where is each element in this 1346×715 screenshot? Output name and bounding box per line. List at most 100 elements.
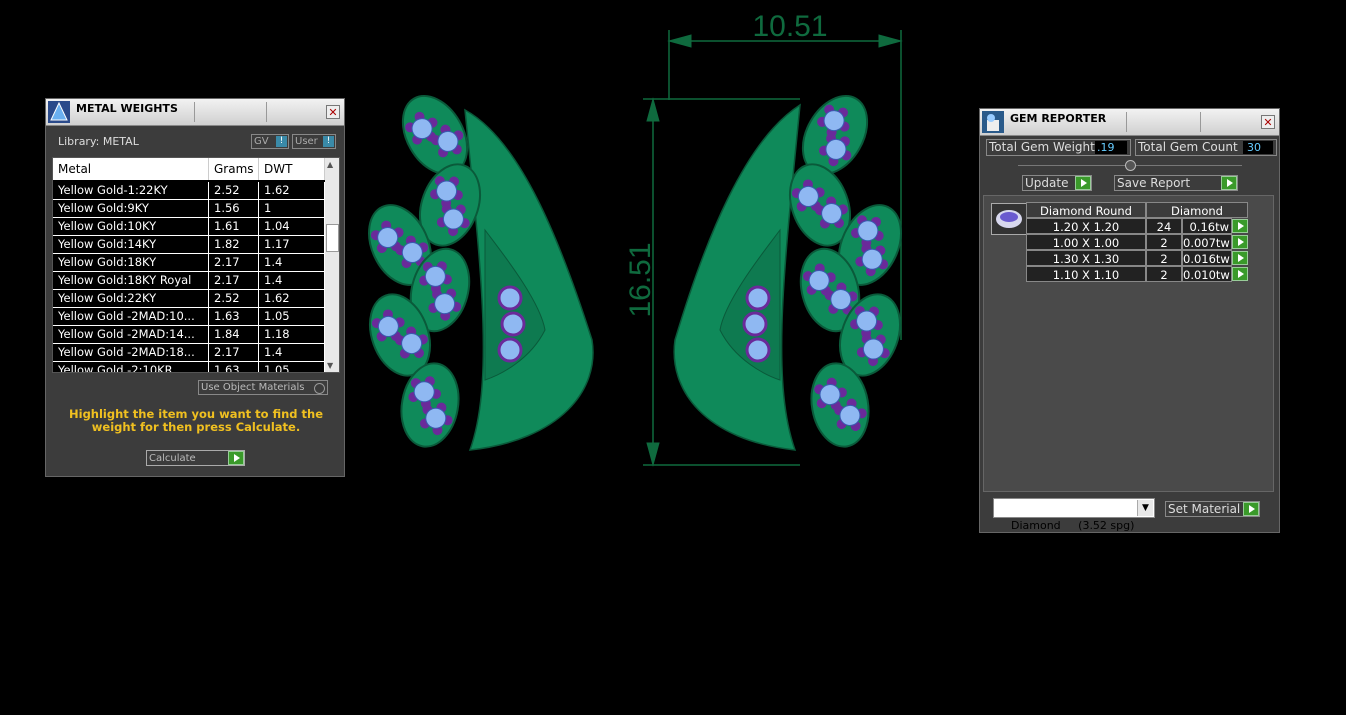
left-earring[interactable] bbox=[464, 108, 594, 451]
metal-dwt: 1.4 bbox=[259, 254, 325, 271]
total-gem-weight-value: .19 bbox=[1095, 141, 1127, 154]
play-icon bbox=[1232, 235, 1248, 249]
center-gem bbox=[497, 285, 523, 311]
total-gem-count-field: Total Gem Count 30 bbox=[1135, 139, 1277, 156]
metal-grams: 1.63 bbox=[209, 308, 259, 325]
metal-table: Metal Grams DWT Yellow Gold-1:22KY 2.52 1.… bbox=[52, 157, 340, 373]
user-toggle[interactable]: User ! bbox=[292, 134, 336, 149]
metal-grams: 2.52 bbox=[209, 182, 259, 199]
right-earring[interactable] bbox=[673, 103, 801, 451]
gem-count: 24 bbox=[1146, 218, 1182, 234]
calculate-button[interactable]: Calculate bbox=[146, 450, 245, 466]
table-row[interactable]: Yellow Gold:14KY 1.82 1.17 bbox=[53, 236, 339, 254]
table-row[interactable]: Yellow Gold -2:10KR 1.63 1.05 bbox=[53, 362, 339, 372]
cone-icon bbox=[48, 101, 70, 123]
gem-row-action[interactable] bbox=[1232, 250, 1248, 266]
metal-grams: 2.17 bbox=[209, 272, 259, 289]
table-row[interactable]: Yellow Gold:18KY Royal 2.17 1.4 bbox=[53, 272, 339, 290]
gem-weight: 0.016tw bbox=[1182, 250, 1232, 266]
gem-row-action[interactable] bbox=[1232, 218, 1248, 234]
height-label: 16.51 bbox=[624, 242, 657, 317]
metal-grams: 2.52 bbox=[209, 290, 259, 307]
metal-name: Yellow Gold -2MAD:14... bbox=[53, 326, 209, 343]
gem-table-header-stone: Diamond bbox=[1146, 202, 1248, 218]
table-row[interactable]: Yellow Gold:18KY 2.17 1.4 bbox=[53, 254, 339, 272]
gem-count: 2 bbox=[1146, 234, 1182, 250]
metal-name: Yellow Gold -2MAD:18... bbox=[53, 344, 209, 361]
metal-grams: 1.61 bbox=[209, 218, 259, 235]
metal-weights-title: METAL WEIGHTS bbox=[76, 102, 178, 115]
table-row[interactable]: Yellow Gold:10KY 1.61 1.04 bbox=[53, 218, 339, 236]
gem-count: 2 bbox=[1146, 266, 1182, 282]
metal-dwt: 1.62 bbox=[259, 290, 325, 307]
play-icon bbox=[1243, 502, 1259, 516]
metal-dwt: 1.4 bbox=[259, 344, 325, 361]
metal-table-header: Metal Grams DWT bbox=[53, 158, 339, 180]
metal-name: Yellow Gold:22KY bbox=[53, 290, 209, 307]
table-row[interactable]: Yellow Gold:22KY 2.52 1.62 bbox=[53, 290, 339, 308]
gem-table: Diamond Round Diamond 1.20 X 1.20 24 0.16t… bbox=[1026, 202, 1248, 282]
save-report-button[interactable]: Save Report bbox=[1114, 175, 1238, 191]
gem-row[interactable]: 1.00 X 1.00 2 0.007tw bbox=[1026, 234, 1248, 250]
total-gem-count-value: 30 bbox=[1243, 141, 1273, 154]
table-row[interactable]: Yellow Gold:9KY 1.56 1 bbox=[53, 200, 339, 218]
gem-row[interactable]: 1.30 X 1.30 2 0.016tw bbox=[1026, 250, 1248, 266]
gem-row-action[interactable] bbox=[1232, 266, 1248, 282]
play-icon bbox=[1232, 251, 1248, 265]
close-icon[interactable]: ✕ bbox=[326, 105, 340, 119]
metal-grams: 2.17 bbox=[209, 254, 259, 271]
gem-size: 1.30 X 1.30 bbox=[1026, 250, 1146, 266]
update-button[interactable]: Update bbox=[1022, 175, 1092, 191]
scroll-thumb[interactable] bbox=[326, 224, 339, 252]
set-material-button[interactable]: Set Material bbox=[1165, 501, 1260, 517]
metal-dwt: 1.4 bbox=[259, 272, 325, 289]
gem-reporter-title: GEM REPORTER bbox=[1010, 112, 1107, 125]
metal-name: Yellow Gold -2MAD:10... bbox=[53, 308, 209, 325]
viewport[interactable]: 10.51 16.51 bbox=[355, 0, 955, 480]
column-header-grams[interactable]: Grams bbox=[209, 158, 259, 180]
metal-dwt: 1.05 bbox=[259, 308, 325, 325]
slider-handle[interactable] bbox=[1125, 160, 1136, 171]
gem-size: 1.20 X 1.20 bbox=[1026, 218, 1146, 234]
gem-size: 1.10 X 1.10 bbox=[1026, 266, 1146, 282]
gem-row-action[interactable] bbox=[1232, 234, 1248, 250]
gem-weight: 0.007tw bbox=[1182, 234, 1232, 250]
play-icon bbox=[1075, 176, 1091, 190]
diamond-icon bbox=[991, 203, 1027, 235]
table-row[interactable]: Yellow Gold -2MAD:18... 2.17 1.4 bbox=[53, 344, 339, 362]
gv-toggle[interactable]: GV ! bbox=[251, 134, 289, 149]
gem-count: 2 bbox=[1146, 250, 1182, 266]
play-icon bbox=[1232, 267, 1248, 281]
metal-weights-panel: METAL WEIGHTS ✕ Library: METAL GV ! User… bbox=[45, 98, 345, 477]
metal-name: Yellow Gold:9KY bbox=[53, 200, 209, 217]
use-object-materials-toggle[interactable]: Use Object Materials bbox=[198, 380, 328, 395]
gem-reporter-titlebar[interactable]: GEM REPORTER ✕ bbox=[980, 109, 1279, 136]
close-icon[interactable]: ✕ bbox=[1261, 115, 1275, 129]
play-icon bbox=[228, 451, 244, 465]
table-row[interactable]: Yellow Gold -2MAD:14... 1.84 1.18 bbox=[53, 326, 339, 344]
metal-grams: 2.17 bbox=[209, 344, 259, 361]
metal-weights-titlebar[interactable]: METAL WEIGHTS ✕ bbox=[46, 99, 344, 126]
column-header-dwt[interactable]: DWT bbox=[259, 158, 325, 180]
material-select[interactable]: Diamond (3.52 spg) ▼ bbox=[993, 498, 1155, 532]
instruction-text: Highlight the item you want to find the … bbox=[69, 407, 323, 434]
metal-dwt: 1.04 bbox=[259, 218, 325, 235]
gem-report-area: Diamond Round Diamond 1.20 X 1.20 24 0.16t… bbox=[983, 195, 1274, 492]
metal-name: Yellow Gold -2:10KR bbox=[53, 362, 209, 372]
metal-table-scrollbar[interactable]: ▲ ▼ bbox=[325, 158, 339, 372]
metal-grams: 1.56 bbox=[209, 200, 259, 217]
gem-size: 1.00 X 1.00 bbox=[1026, 234, 1146, 250]
gem-row[interactable]: 1.10 X 1.10 2 0.010tw bbox=[1026, 266, 1248, 282]
table-row[interactable]: Yellow Gold-1:22KY 2.52 1.62 bbox=[53, 182, 339, 200]
metal-name: Yellow Gold:14KY bbox=[53, 236, 209, 253]
metal-dwt: 1 bbox=[259, 200, 325, 217]
center-gem bbox=[497, 337, 523, 363]
table-row[interactable]: Yellow Gold -2MAD:10... 1.63 1.05 bbox=[53, 308, 339, 326]
metal-dwt: 1.18 bbox=[259, 326, 325, 343]
metal-name: Yellow Gold:18KY Royal bbox=[53, 272, 209, 289]
column-header-metal[interactable]: Metal bbox=[53, 158, 209, 180]
chevron-down-icon[interactable]: ▼ bbox=[1137, 500, 1153, 516]
metal-dwt: 1.17 bbox=[259, 236, 325, 253]
gem-row[interactable]: 1.20 X 1.20 24 0.16tw bbox=[1026, 218, 1248, 234]
metal-grams: 1.84 bbox=[209, 326, 259, 343]
